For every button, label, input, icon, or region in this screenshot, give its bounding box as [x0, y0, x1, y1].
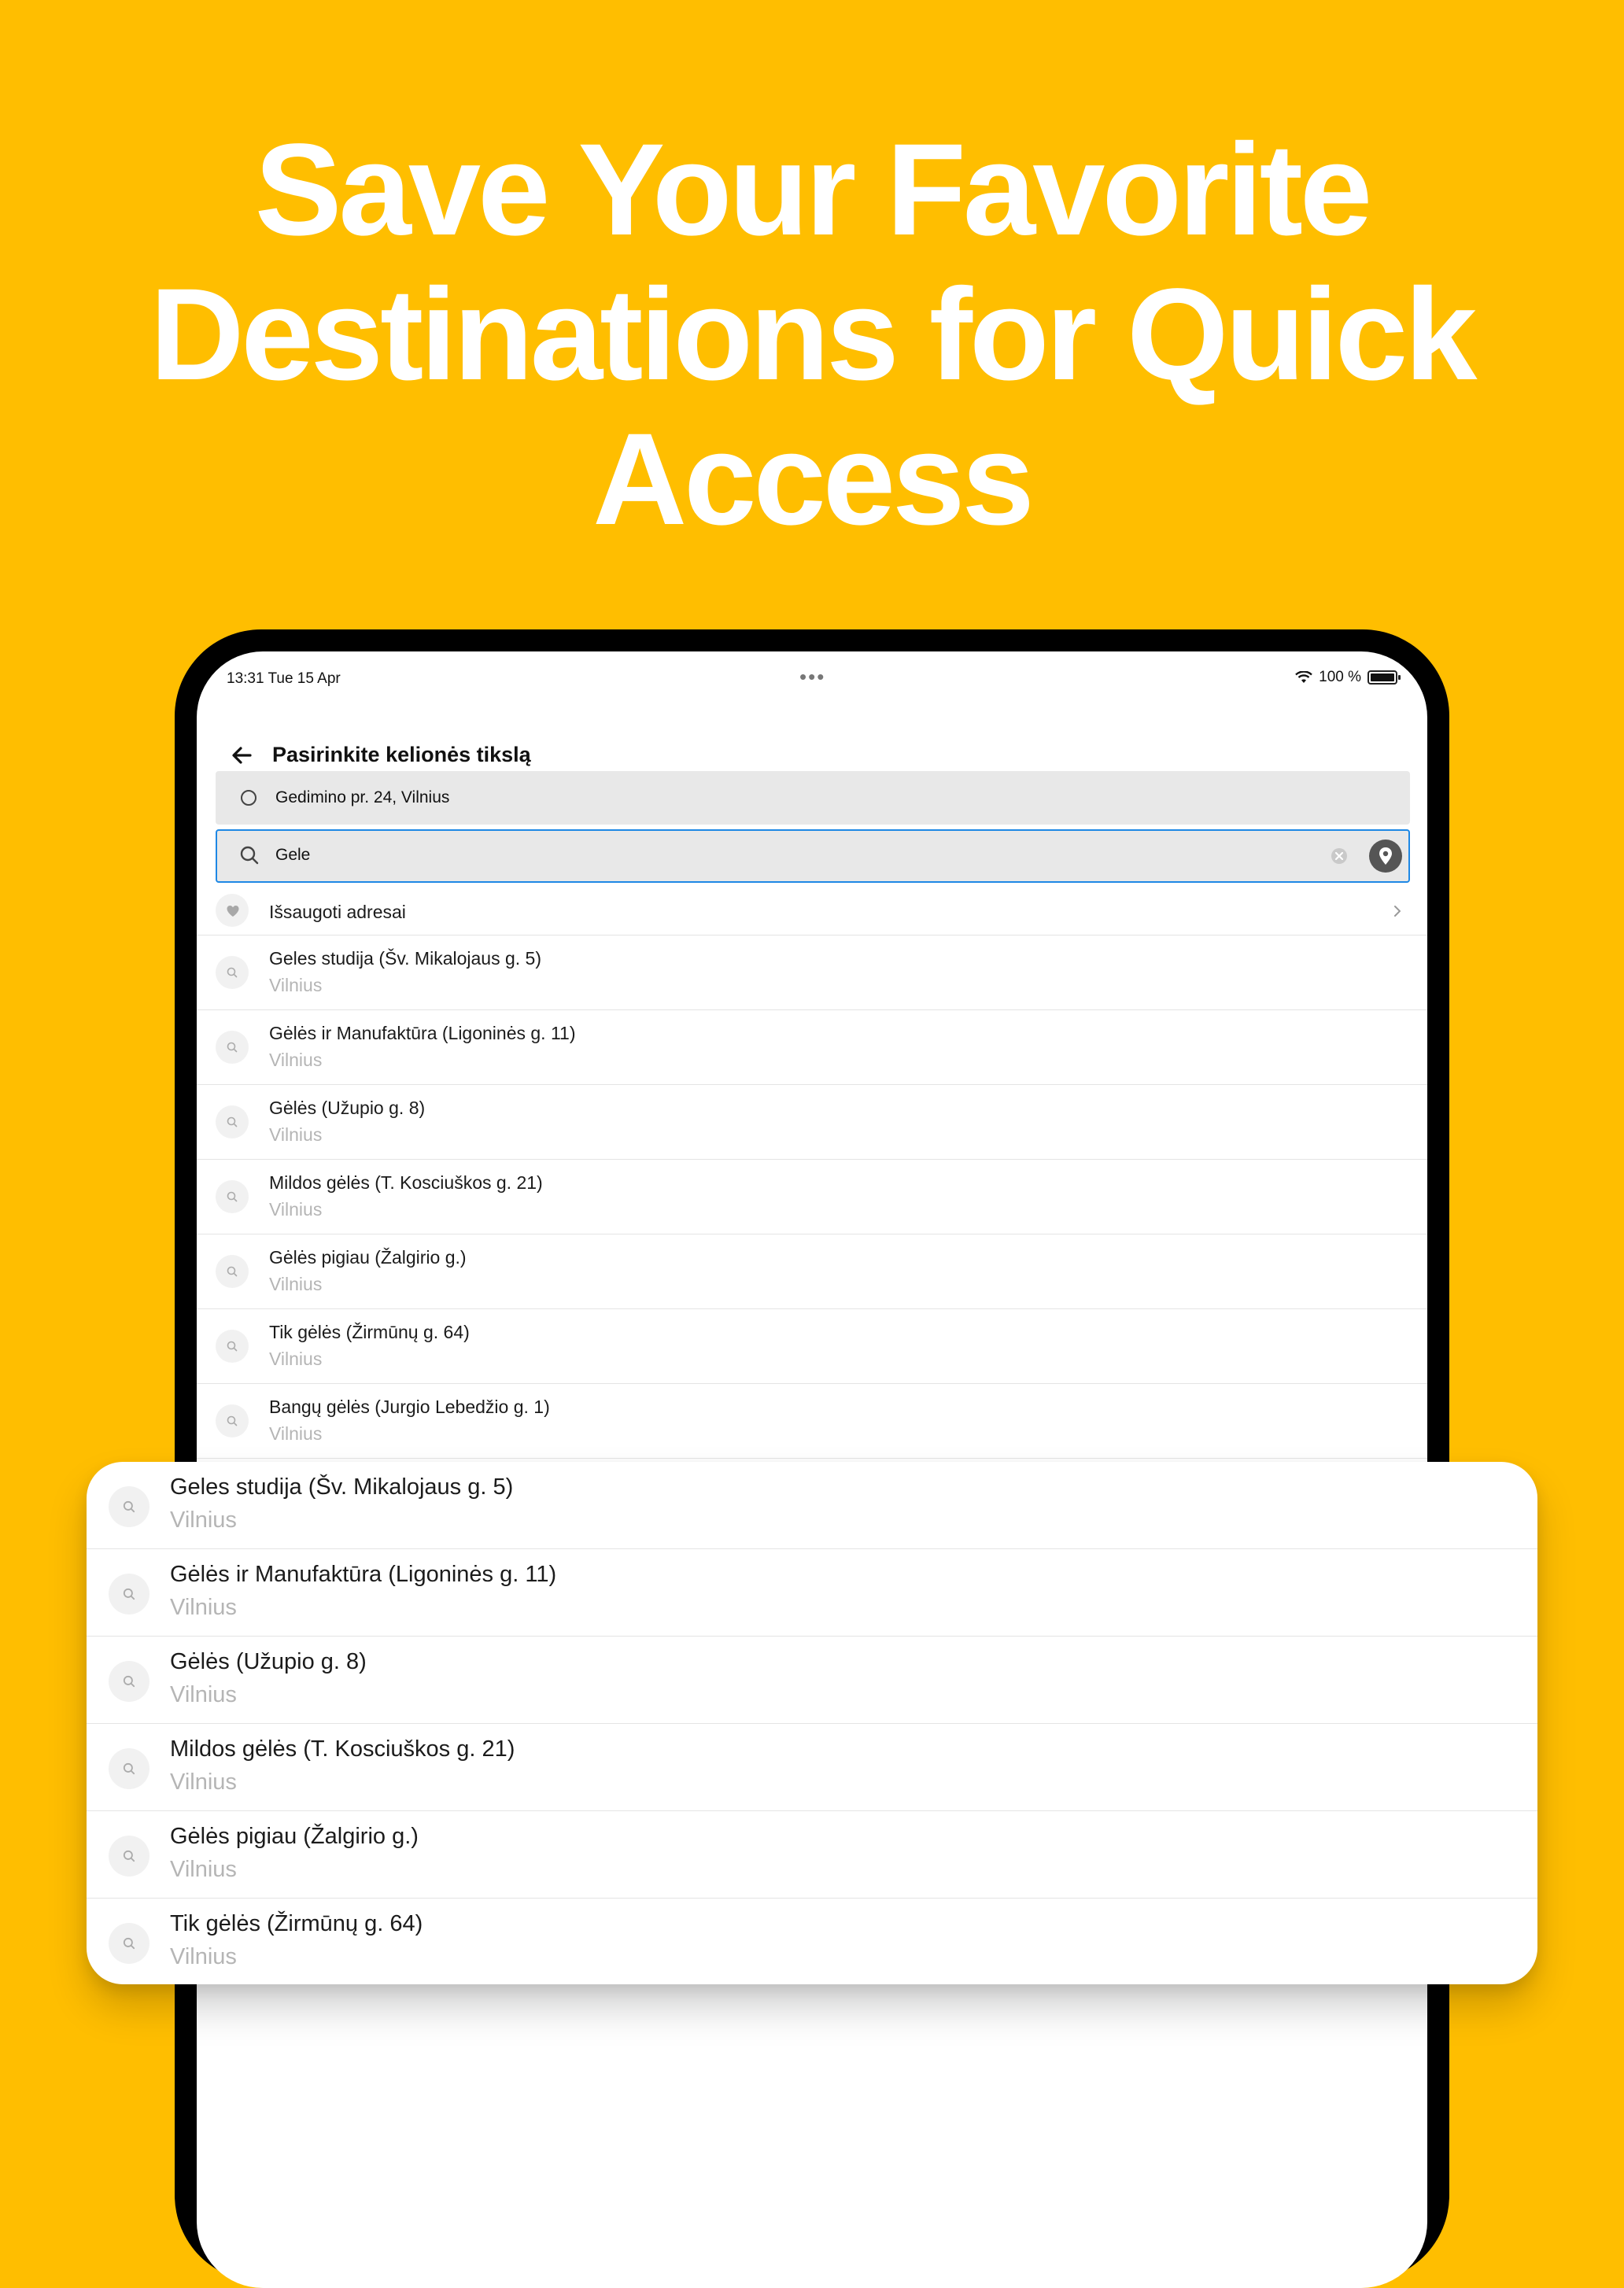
- battery-percent: 100 %: [1319, 669, 1361, 685]
- card-result-city: Vilnius: [170, 1770, 237, 1795]
- result-city: Vilnius: [269, 1124, 323, 1145]
- origin-field[interactable]: Gedimino pr. 24, Vilnius: [216, 771, 1410, 825]
- search-icon-container: [216, 1404, 249, 1437]
- multitasking-dots[interactable]: •••: [799, 665, 825, 689]
- result-city: Vilnius: [269, 1349, 323, 1369]
- result-title: Gėlės (Užupio g. 8): [269, 1098, 426, 1118]
- card-result-title: Gėlės ir Manufaktūra (Ligoninės g. 11): [170, 1562, 557, 1587]
- search-input[interactable]: [275, 842, 1267, 869]
- battery-icon: [1367, 670, 1401, 685]
- search-icon: [227, 1266, 238, 1277]
- heart-icon-container: [216, 894, 249, 927]
- map-pin-icon: [1379, 847, 1392, 865]
- search-icon-container: [216, 1180, 249, 1213]
- search-icon-container: [109, 1661, 149, 1702]
- search-icon: [123, 1500, 135, 1513]
- card-result-city: Vilnius: [170, 1857, 237, 1882]
- result-title: Mildos gėlės (T. Kosciuškos g. 21): [269, 1172, 543, 1193]
- search-icon-container: [109, 1748, 149, 1789]
- saved-addresses-row[interactable]: Išsaugoti adresai: [197, 889, 1427, 935]
- search-icon: [227, 1191, 238, 1202]
- search-icon-container: [109, 1923, 149, 1964]
- search-icon: [227, 1042, 238, 1053]
- result-row[interactable]: Tik gėlės (Žirmūnų g. 64) Vilnius: [197, 1309, 1427, 1384]
- highlighted-results-card: Geles studija (Šv. Mikalojaus g. 5) Vilni…: [87, 1462, 1537, 1984]
- card-result-title: Gėlės pigiau (Žalgirio g.): [170, 1824, 419, 1849]
- card-result-row[interactable]: Tik gėlės (Žirmūnų g. 64) Vilnius: [87, 1899, 1537, 1984]
- chevron-right-icon: [1394, 906, 1401, 917]
- result-title: Bangų gėlės (Jurgio Lebedžio g. 1): [269, 1397, 550, 1417]
- search-icon: [123, 1762, 135, 1775]
- search-icon: [227, 1116, 238, 1127]
- card-result-row[interactable]: Gėlės ir Manufaktūra (Ligoninės g. 11) Vi…: [87, 1549, 1537, 1637]
- status-bar: 13:31 Tue 15 Apr ••• 100 %: [197, 651, 1427, 699]
- card-result-city: Vilnius: [170, 1944, 237, 1969]
- card-result-city: Vilnius: [170, 1507, 237, 1533]
- search-icon-container: [216, 1330, 249, 1363]
- result-row[interactable]: Bangų gėlės (Jurgio Lebedžio g. 1) Vilniu…: [197, 1384, 1427, 1459]
- headline-line-1: Save Your Favorite: [254, 117, 1373, 263]
- page-title: Pasirinkite kelionės tikslą: [272, 743, 531, 766]
- result-city: Vilnius: [269, 1199, 323, 1220]
- card-result-title: Mildos gėlės (T. Kosciuškos g. 21): [170, 1736, 515, 1762]
- card-result-row[interactable]: Gėlės (Užupio g. 8) Vilnius: [87, 1637, 1537, 1724]
- result-title: Gėlės ir Manufaktūra (Ligoninės g. 11): [269, 1023, 576, 1043]
- search-icon: [227, 1341, 238, 1352]
- wifi-icon: [1295, 671, 1312, 683]
- heart-icon: [227, 906, 239, 917]
- search-icon-container: [109, 1836, 149, 1877]
- card-result-title: Tik gėlės (Žirmūnų g. 64): [170, 1911, 423, 1936]
- map-pin-button[interactable]: [1369, 840, 1402, 873]
- search-icon-container: [216, 1031, 249, 1064]
- card-result-city: Vilnius: [170, 1595, 237, 1620]
- search-icon: [227, 967, 238, 978]
- result-row[interactable]: Geles studija (Šv. Mikalojaus g. 5) Vilni…: [197, 935, 1427, 1010]
- result-row[interactable]: Gėlės ir Manufaktūra (Ligoninės g. 11) Vi…: [197, 1010, 1427, 1085]
- saved-addresses-label: Išsaugoti adresai: [269, 902, 406, 922]
- destination-search-field[interactable]: [216, 829, 1410, 883]
- origin-text: Gedimino pr. 24, Vilnius: [275, 788, 450, 806]
- result-title: Tik gėlės (Žirmūnų g. 64): [269, 1322, 470, 1342]
- status-time-date: 13:31 Tue 15 Apr: [227, 670, 341, 687]
- tablet-frame: 13:31 Tue 15 Apr ••• 100 % Pasirinkite k…: [175, 629, 1449, 2288]
- status-right: 100 %: [1295, 669, 1401, 686]
- card-result-row[interactable]: Geles studija (Šv. Mikalojaus g. 5) Vilni…: [87, 1462, 1537, 1549]
- result-row[interactable]: Gėlės pigiau (Žalgirio g.) Vilnius: [197, 1234, 1427, 1309]
- search-icon-container: [216, 1255, 249, 1288]
- result-city: Vilnius: [269, 975, 323, 995]
- origin-circle-icon: [241, 790, 257, 806]
- card-result-city: Vilnius: [170, 1682, 237, 1707]
- card-result-row[interactable]: Gėlės pigiau (Žalgirio g.) Vilnius: [87, 1811, 1537, 1899]
- search-icon-container: [216, 956, 249, 989]
- result-row[interactable]: Mildos gėlės (T. Kosciuškos g. 21) Vilniu…: [197, 1160, 1427, 1234]
- result-title: Gėlės pigiau (Žalgirio g.): [269, 1247, 467, 1268]
- search-icon: [123, 1588, 135, 1600]
- headline-line-2: Destinations for Quick: [149, 262, 1478, 408]
- clear-icon[interactable]: [1330, 847, 1349, 865]
- headline-line-3: Access: [592, 407, 1035, 552]
- search-icon-container: [109, 1486, 149, 1527]
- search-icon: [123, 1675, 135, 1688]
- search-icon: [240, 846, 259, 865]
- result-city: Vilnius: [269, 1050, 323, 1070]
- result-title: Geles studija (Šv. Mikalojaus g. 5): [269, 948, 541, 969]
- result-city: Vilnius: [269, 1423, 323, 1444]
- card-result-title: Gėlės (Užupio g. 8): [170, 1649, 367, 1674]
- search-icon: [123, 1850, 135, 1862]
- card-result-title: Geles studija (Šv. Mikalojaus g. 5): [170, 1474, 514, 1500]
- search-icon: [123, 1937, 135, 1950]
- card-result-row[interactable]: Mildos gėlės (T. Kosciuškos g. 21) Vilniu…: [87, 1724, 1537, 1811]
- headline: Save Your Favorite Destinations for Quic…: [0, 118, 1624, 552]
- search-icon-container: [216, 1105, 249, 1138]
- back-arrow-icon[interactable]: [227, 740, 258, 771]
- result-row[interactable]: Gėlės (Užupio g. 8) Vilnius: [197, 1085, 1427, 1160]
- result-city: Vilnius: [269, 1274, 323, 1294]
- search-icon: [227, 1415, 238, 1426]
- search-icon-container: [109, 1574, 149, 1615]
